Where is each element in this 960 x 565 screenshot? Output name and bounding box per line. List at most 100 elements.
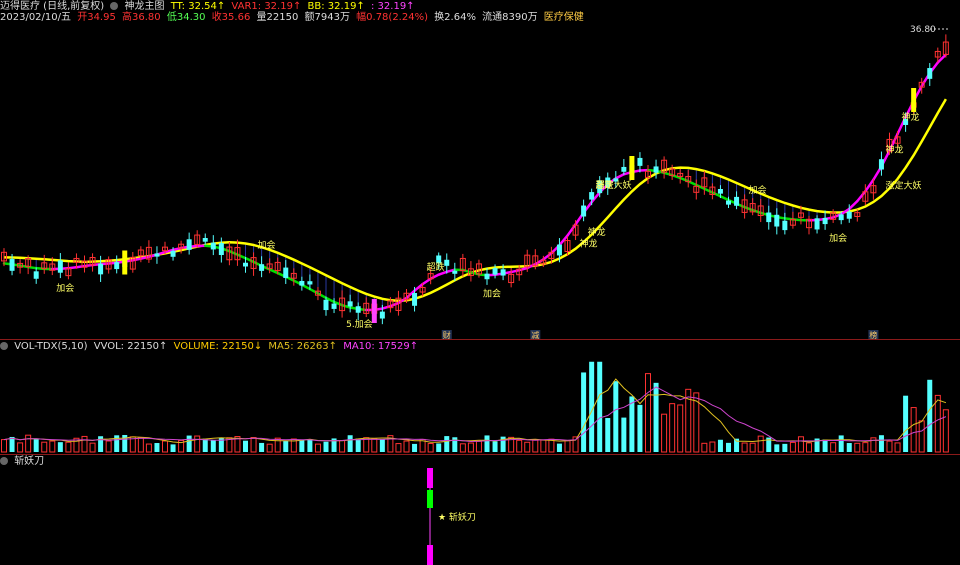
candle — [218, 243, 224, 256]
candle — [556, 244, 562, 256]
candle — [154, 253, 160, 257]
candle — [57, 260, 63, 273]
volume-bar — [444, 436, 450, 452]
annotation-label: 加会 — [829, 232, 847, 244]
price-high-label: 36.80 — [910, 25, 936, 35]
volume-bar — [323, 441, 329, 452]
annotation-label: 加会 — [56, 282, 74, 294]
volume-bar — [540, 439, 547, 453]
volume-bar — [653, 382, 659, 452]
candle — [259, 264, 265, 271]
candle — [774, 214, 780, 227]
volume-bar — [33, 439, 39, 452]
trend-line — [244, 256, 255, 264]
volume-bar — [202, 438, 208, 452]
candle — [283, 267, 289, 278]
volume-bar — [105, 440, 112, 453]
candle — [243, 262, 248, 267]
volume-bar — [774, 444, 780, 452]
volume-bar — [669, 403, 676, 453]
volume-bar — [613, 381, 619, 452]
volume-bar — [903, 395, 909, 452]
candle — [717, 188, 723, 194]
volume-bar — [797, 436, 804, 453]
candle — [581, 205, 587, 217]
chart-canvas[interactable]: 36.80加会加会5.加会超跌加会超跌神龙涨定大妖神龙加会加会神龙涨定大妖神龙财… — [0, 0, 960, 565]
volume-bar — [878, 435, 884, 452]
candle — [452, 270, 458, 274]
candle — [878, 159, 884, 170]
volume-bar — [9, 436, 15, 452]
candle — [299, 280, 305, 286]
candle — [379, 311, 385, 319]
volume-bar — [145, 443, 152, 453]
candle — [782, 220, 788, 231]
annotation-label: 神龙 — [588, 226, 606, 238]
volume-bar — [532, 439, 539, 453]
trend-line — [936, 53, 948, 64]
volume-bar — [41, 441, 48, 453]
volume-bar — [709, 441, 716, 453]
annotation-label: 超跌 — [427, 261, 445, 273]
trend-line — [228, 249, 239, 256]
volume-bar — [605, 418, 611, 452]
volume-bar — [259, 442, 265, 452]
candle — [412, 293, 418, 306]
volume-bar — [621, 417, 627, 452]
volume-bar — [427, 443, 434, 453]
volume-bar — [757, 435, 764, 453]
candle — [98, 263, 104, 275]
volume-bar — [210, 440, 216, 452]
volume-bar — [467, 442, 474, 453]
volume-bar — [299, 439, 305, 452]
signal-candle — [911, 88, 917, 112]
volume-bar — [1, 439, 7, 453]
volume-bar — [395, 443, 402, 453]
volume-bar — [789, 441, 796, 453]
signal-candle — [629, 156, 635, 180]
trend-line — [703, 187, 714, 194]
volume-bar — [645, 373, 651, 453]
volume-bar — [934, 394, 941, 453]
trend-line — [236, 253, 247, 260]
volume-bar — [838, 435, 844, 452]
volume-bar — [57, 442, 63, 452]
volume-bar — [677, 404, 684, 453]
candle — [838, 214, 844, 221]
volume-bar — [661, 413, 668, 453]
volume-bar — [741, 442, 748, 453]
candle — [323, 299, 329, 311]
volume-bar — [266, 443, 273, 453]
volume-bar — [314, 443, 321, 453]
volume-bar — [564, 440, 571, 453]
signal-line — [3, 98, 947, 303]
volume-bar — [65, 441, 72, 453]
volume-bar — [475, 440, 482, 453]
volume-ma-line — [3, 386, 947, 443]
annotation-label: 神龙 — [902, 111, 920, 123]
marker-label: 减 — [531, 330, 539, 340]
volume-bar — [307, 439, 313, 452]
trend-line — [429, 273, 440, 280]
trend-line — [662, 171, 674, 177]
annotation-label: 神龙 — [885, 143, 903, 155]
volume-bar — [749, 442, 756, 453]
candle — [500, 269, 506, 276]
candle — [814, 218, 820, 230]
candle — [347, 301, 353, 307]
volume-bar — [894, 442, 901, 453]
trend-line — [268, 268, 279, 275]
signal-candle — [122, 250, 128, 275]
candle — [621, 166, 627, 172]
annotation-label: 涨定大妖 — [596, 179, 632, 191]
candle — [9, 259, 15, 271]
volume-bar — [854, 442, 861, 453]
trend-line — [614, 173, 626, 180]
trend-line — [389, 301, 400, 308]
volume-bar — [379, 439, 385, 452]
volume-bar — [452, 437, 458, 452]
volume-bar — [339, 439, 346, 453]
volume-bar — [484, 435, 490, 452]
signal-block — [427, 468, 433, 488]
candle — [589, 192, 595, 200]
